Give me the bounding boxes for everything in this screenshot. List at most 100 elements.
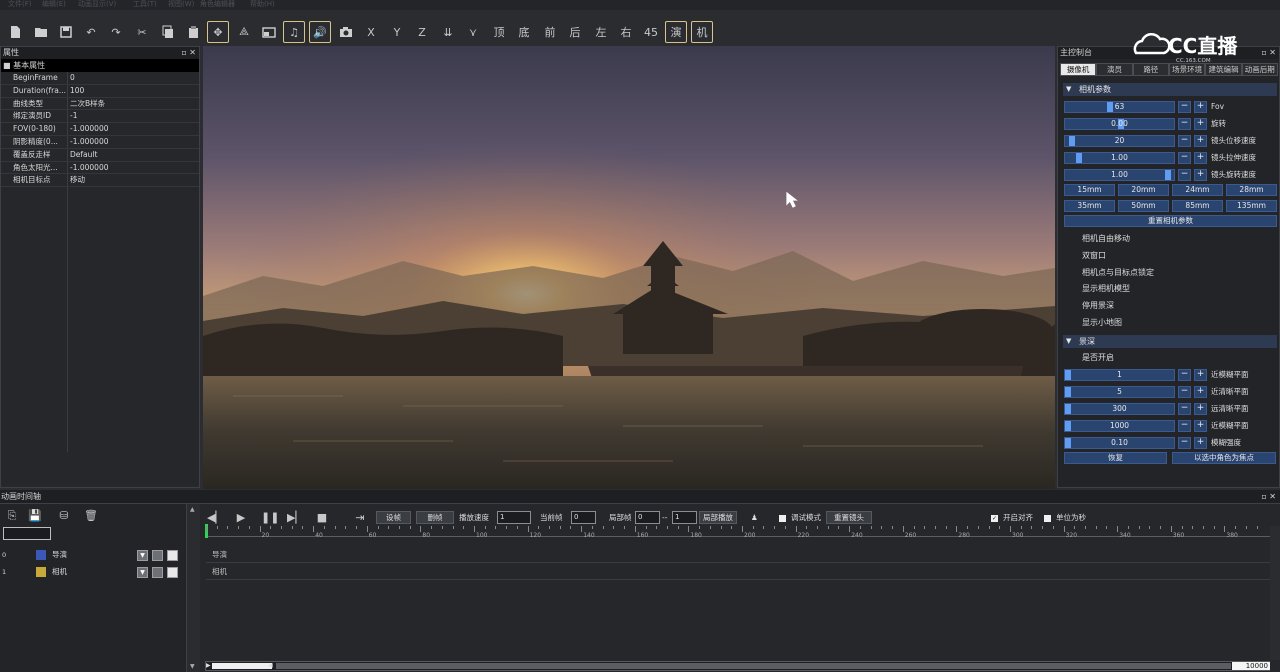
focal-20mm-button[interactable]: 20mm [1118, 184, 1169, 196]
camera-icon[interactable] [335, 21, 357, 43]
focal-15mm-button[interactable]: 15mm [1064, 184, 1115, 196]
track-lock-icon[interactable] [167, 567, 178, 578]
track-lock-icon[interactable] [167, 550, 178, 561]
menu-edit[interactable]: 编辑(E) [42, 0, 66, 9]
increment-button[interactable]: + [1194, 437, 1207, 449]
focal-28mm-button[interactable]: 28mm [1226, 184, 1277, 196]
axis-y[interactable]: Y [386, 21, 408, 43]
cut-icon[interactable]: ✂ [131, 21, 153, 43]
camera-option-checkbox[interactable]: 显示小地图 [1082, 317, 1122, 329]
timeline-vscrollbar[interactable] [1270, 526, 1280, 660]
focal-24mm-button[interactable]: 24mm [1172, 184, 1223, 196]
focal-85mm-button[interactable]: 85mm [1172, 200, 1223, 212]
sound-icon[interactable]: 🔊 [309, 21, 331, 43]
property-row[interactable]: 覆盖反走样 Default [1, 149, 199, 162]
snap-checkbox-checked[interactable]: ✓ [991, 515, 998, 522]
increment-button[interactable]: + [1194, 420, 1207, 432]
focal-50mm-button[interactable]: 50mm [1118, 200, 1169, 212]
speed-input[interactable]: 1 [497, 511, 531, 524]
value-slider[interactable]: 20 [1064, 135, 1175, 147]
restore-button[interactable]: 恢复 [1064, 452, 1167, 464]
track-scrollbar[interactable]: ▲ ▼ [186, 504, 200, 672]
open-folder-icon[interactable] [30, 21, 52, 43]
track-lane[interactable]: 导演 [206, 547, 1270, 563]
track-visibility-icon[interactable] [152, 550, 163, 561]
music-icon[interactable]: ♫ [283, 21, 305, 43]
panel-pin-close-icon[interactable]: ▫ ✕ [1261, 490, 1276, 504]
property-value[interactable]: 0 [70, 72, 75, 84]
property-row[interactable]: 曲线类型 二次B样条 [1, 98, 199, 111]
focus-selected-button[interactable]: 以选中角色为焦点 [1172, 452, 1276, 464]
scene-viewport[interactable] [203, 46, 1055, 489]
local-play-button[interactable]: 局部播放 [699, 511, 737, 524]
redo-icon[interactable]: ↷ [105, 21, 127, 43]
view-45[interactable]: 45 [640, 21, 662, 43]
view-front[interactable]: 前 [539, 21, 561, 43]
camera-mode-button[interactable]: 机 [691, 21, 713, 43]
decrement-button[interactable]: − [1178, 386, 1191, 398]
tab-1[interactable]: 演员 [1096, 63, 1133, 76]
property-row[interactable]: Duration(fra... 100 [1, 85, 199, 98]
increment-button[interactable]: + [1194, 169, 1207, 181]
increment-button[interactable]: + [1194, 152, 1207, 164]
tab-2[interactable]: 路径 [1132, 63, 1169, 76]
menu-tools[interactable]: 工具(T) [133, 0, 157, 9]
decrement-button[interactable]: − [1178, 369, 1191, 381]
tab-3[interactable]: 场景环境 [1168, 63, 1206, 76]
value-slider[interactable]: 300 [1064, 403, 1175, 415]
reset-lens-button[interactable]: 重置镜头 [826, 511, 872, 524]
menu-view[interactable]: 视图(W) [168, 0, 194, 9]
tab-5[interactable]: 动画后期 [1241, 63, 1278, 76]
camera-option-checkbox[interactable]: 双窗口 [1082, 250, 1106, 262]
view-bottom[interactable]: 底 [513, 21, 535, 43]
delete-trash-icon[interactable]: 🗑 [84, 509, 98, 523]
actor-mode-button[interactable]: 演 [665, 21, 687, 43]
depth-of-field-section[interactable]: 景深 [1063, 335, 1277, 348]
jump-end-icon[interactable]: ⇥ [350, 511, 370, 525]
increment-button[interactable]: + [1194, 386, 1207, 398]
unit-seconds-checkbox[interactable] [1044, 515, 1051, 522]
focal-35mm-button[interactable]: 35mm [1064, 200, 1115, 212]
property-row[interactable]: 相机目标点 移动 [1, 174, 199, 188]
property-value[interactable]: -1.000000 [70, 123, 109, 135]
save-icon[interactable] [55, 21, 77, 43]
property-value[interactable]: 二次B样条 [70, 98, 105, 110]
view-top[interactable]: 顶 [488, 21, 510, 43]
property-row[interactable]: 角色太阳光... -1.000000 [1, 162, 199, 175]
delete-frame-button[interactable]: 删帧 [416, 511, 454, 524]
decrement-button[interactable]: − [1178, 403, 1191, 415]
property-row[interactable]: 阴影精度(0... -1.000000 [1, 136, 199, 149]
dof-enable-checkbox[interactable]: 是否开启 [1082, 352, 1114, 364]
current-frame-input[interactable]: 0 [571, 511, 596, 524]
rotate-tool-icon[interactable]: ⟁ [233, 21, 255, 43]
axis-x[interactable]: X [360, 21, 382, 43]
value-slider[interactable]: 1 [1064, 369, 1175, 381]
camera-params-section[interactable]: 相机参数 [1063, 83, 1277, 96]
property-value[interactable]: Default [70, 149, 97, 161]
decrement-button[interactable]: − [1178, 101, 1191, 113]
increment-button[interactable]: + [1194, 369, 1207, 381]
export-icon[interactable]: ⎘ [5, 509, 19, 523]
menu-help[interactable]: 帮助(H) [250, 0, 275, 9]
value-slider[interactable]: 5 [1064, 386, 1175, 398]
scale-tool-icon[interactable] [258, 21, 280, 43]
property-row[interactable]: 绑定演员ID -1 [1, 110, 199, 124]
set-frame-button[interactable]: 设帧 [376, 511, 411, 524]
local-frame-to-input[interactable]: 1 [672, 511, 697, 524]
track-dropdown-icon[interactable]: ▼ [137, 550, 148, 561]
move-tool-icon[interactable]: ✥ [207, 21, 229, 43]
copy-icon[interactable] [157, 21, 179, 43]
next-frame-icon[interactable]: ▶▏ [287, 511, 304, 525]
drop-to-ground-icon[interactable]: ⇊ [437, 21, 459, 43]
track-search-input[interactable] [3, 527, 51, 540]
value-slider[interactable]: 1.00 [1064, 169, 1175, 181]
value-slider[interactable]: 0.00 [1064, 118, 1175, 130]
timeline-hscrollbar[interactable]: ▶ ◀ 10000 [205, 661, 1270, 671]
debug-mode-checkbox[interactable] [779, 515, 786, 522]
save-as-icon[interactable]: ⛁ [57, 509, 71, 523]
paste-icon[interactable] [182, 21, 204, 43]
basic-properties-section[interactable]: ■ 基本属性 [1, 59, 199, 72]
new-file-icon[interactable] [4, 21, 26, 43]
decrement-button[interactable]: − [1178, 437, 1191, 449]
stop-icon[interactable]: ■ [315, 511, 329, 525]
